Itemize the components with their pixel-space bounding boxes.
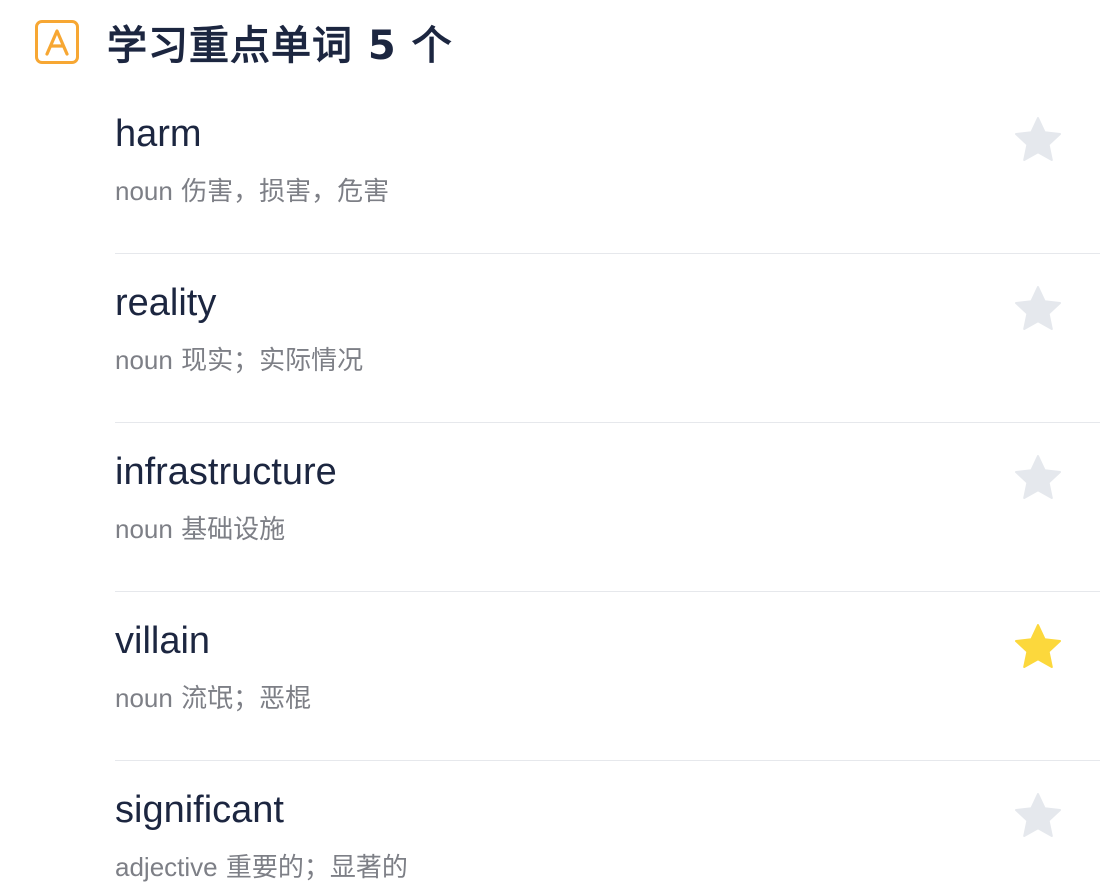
- part-of-speech: noun: [115, 345, 173, 375]
- part-of-speech: noun: [115, 683, 173, 713]
- word-definition: noun 伤害，损害，危害: [115, 171, 389, 208]
- word-meaning: 现实；实际情况: [181, 346, 364, 376]
- star-icon[interactable]: [1012, 791, 1064, 843]
- star-icon[interactable]: [1012, 453, 1064, 505]
- word-item: reality noun 现实；实际情况: [115, 254, 1100, 423]
- word-definition: noun 现实；实际情况: [115, 340, 363, 377]
- part-of-speech: adjective: [115, 852, 218, 882]
- word-text: infrastructure: [115, 451, 337, 493]
- word-text: harm: [115, 113, 202, 155]
- word-meaning: 伤害，损害，危害: [181, 177, 390, 207]
- word-text: significant: [115, 789, 284, 831]
- word-text: reality: [115, 282, 217, 324]
- word-meaning: 流氓；恶棍: [181, 684, 312, 714]
- word-meaning: 重要的；显著的: [225, 853, 408, 883]
- word-definition: noun 流氓；恶棍: [115, 678, 311, 715]
- vocabulary-page: 学习重点单词 5 个 harm noun 伤害，损害，危害 reality no…: [0, 0, 1100, 893]
- part-of-speech: noun: [115, 514, 173, 544]
- word-definition: noun 基础设施: [115, 509, 285, 546]
- word-definition: adjective 重要的；显著的: [115, 847, 408, 884]
- section-header: 学习重点单词 5 个: [35, 16, 453, 69]
- word-item: infrastructure noun 基础设施: [115, 423, 1100, 592]
- word-meaning: 基础设施: [181, 515, 286, 545]
- part-of-speech: noun: [115, 176, 173, 206]
- word-item: villain noun 流氓；恶棍: [115, 592, 1100, 761]
- letter-a-glyph: [45, 29, 69, 56]
- star-icon[interactable]: [1012, 622, 1064, 674]
- star-icon[interactable]: [1012, 284, 1064, 336]
- letter-a-icon: [35, 20, 79, 64]
- word-item: harm noun 伤害，损害，危害: [115, 85, 1100, 254]
- word-text: villain: [115, 620, 211, 662]
- star-icon[interactable]: [1012, 115, 1064, 167]
- word-item: significant adjective 重要的；显著的: [115, 761, 1100, 893]
- word-list: harm noun 伤害，损害，危害 reality noun 现实；实际情况 …: [115, 85, 1100, 893]
- page-title: 学习重点单词 5 个: [107, 23, 453, 69]
